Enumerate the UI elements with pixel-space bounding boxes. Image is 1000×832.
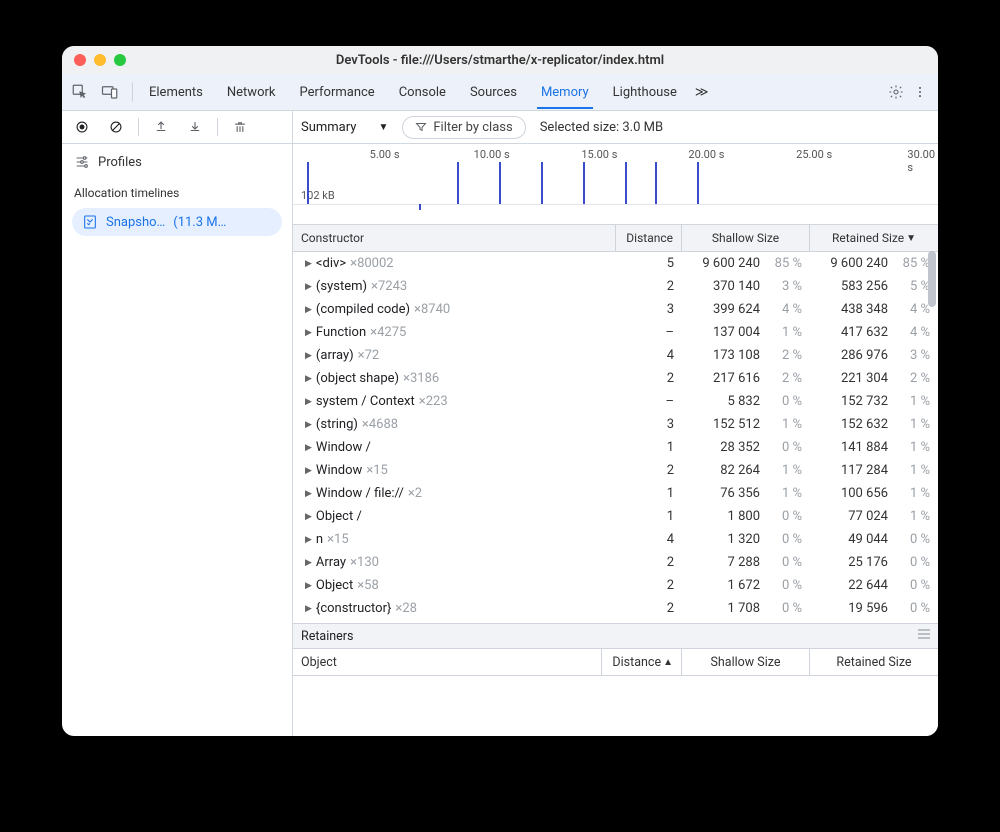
heap-row[interactable]: ▶Object ×5821 6720 %22 6440 % xyxy=(293,574,938,597)
time-label: 10.00 s xyxy=(474,148,510,161)
minimize-window[interactable] xyxy=(94,54,106,66)
traffic-lights xyxy=(74,54,126,66)
tab-memory[interactable]: Memory xyxy=(529,77,601,108)
heap-row[interactable]: ▶system / Context ×223–5 8320 %152 7321 … xyxy=(293,390,938,413)
clear-icon[interactable] xyxy=(104,115,128,139)
retainers-col-shallow[interactable]: Shallow Size xyxy=(682,649,810,675)
tab-sources[interactable]: Sources xyxy=(458,77,529,108)
time-label: 25.00 s xyxy=(796,148,832,161)
kebab-menu-icon[interactable] xyxy=(908,80,932,104)
grid-header: Constructor Distance Shallow Size Retain… xyxy=(293,225,938,252)
retainers-header[interactable]: Retainers xyxy=(293,623,938,648)
profiles-label: Profiles xyxy=(98,155,142,170)
retainers-columns: Object Distance▲ Shallow Size Retained S… xyxy=(293,648,938,676)
inspect-icon[interactable] xyxy=(68,80,92,104)
snapshot-item[interactable]: Snapsho… (11.3 M… xyxy=(72,208,282,236)
vertical-scrollbar[interactable] xyxy=(926,251,938,391)
heap-row[interactable]: ▶Object /11 8000 %77 0241 % xyxy=(293,505,938,528)
allocation-timeline[interactable]: 5.00 s 10.00 s 15.00 s 20.00 s 25.00 s 3… xyxy=(293,144,938,225)
heap-row[interactable]: ▶(system) ×72432370 1403 %583 2565 % xyxy=(293,275,938,298)
column-shallow[interactable]: Shallow Size xyxy=(682,225,810,251)
snapshot-name: Snapsho… xyxy=(106,215,165,230)
tab-network[interactable]: Network xyxy=(215,77,288,108)
zoom-window[interactable] xyxy=(114,54,126,66)
profiles-header[interactable]: Profiles xyxy=(62,144,292,180)
retainers-menu-icon[interactable] xyxy=(918,629,930,639)
retainers-col-distance[interactable]: Distance▲ xyxy=(602,649,682,675)
class-filter-input[interactable]: Filter by class xyxy=(402,116,525,139)
filter-placeholder: Filter by class xyxy=(433,120,512,135)
heap-row[interactable]: ▶Window ×15282 2641 %117 2841 % xyxy=(293,459,938,482)
close-window[interactable] xyxy=(74,54,86,66)
devtools-window: DevTools - file:///Users/stmarthe/x-repl… xyxy=(62,46,938,736)
tab-performance[interactable]: Performance xyxy=(288,77,387,108)
left-toolbar xyxy=(62,111,292,144)
heap-row[interactable]: ▶Window /128 3520 %141 8841 % xyxy=(293,436,938,459)
filter-icon xyxy=(415,121,427,133)
grid-rows: ▶<div> ×8000259 600 24085 %9 600 24085 %… xyxy=(293,252,938,623)
left-sidebar: Profiles Allocation timelines Snapsho… (… xyxy=(62,111,293,736)
column-constructor[interactable]: Constructor xyxy=(293,225,616,251)
view-mode-label: Summary xyxy=(301,120,356,135)
export-icon[interactable] xyxy=(149,115,173,139)
time-label: 15.00 s xyxy=(581,148,617,161)
settings-gear-icon[interactable] xyxy=(884,80,908,104)
retainers-col-retained[interactable]: Retained Size xyxy=(810,649,938,675)
heap-row[interactable]: ▶Function ×4275–137 0041 %417 6324 % xyxy=(293,321,938,344)
heap-row[interactable]: ▶(compiled code) ×87403399 6244 %438 348… xyxy=(293,298,938,321)
column-distance[interactable]: Distance xyxy=(616,225,682,251)
heap-row[interactable]: ▶Array ×13027 2880 %25 1760 % xyxy=(293,551,938,574)
tabs-overflow[interactable]: ≫ xyxy=(689,77,715,108)
retainers-col-object[interactable]: Object xyxy=(293,649,602,675)
window-title: DevTools - file:///Users/stmarthe/x-repl… xyxy=(336,53,664,68)
time-label: 20.00 s xyxy=(688,148,724,161)
view-mode-dropdown[interactable]: Summary ▼ xyxy=(301,120,388,135)
heap-row[interactable]: ▶Window / file:// ×2176 3561 %100 6561 % xyxy=(293,482,938,505)
selected-size-label: Selected size: 3.0 MB xyxy=(540,120,663,135)
heap-row[interactable]: ▶(string) ×46883152 5121 %152 6321 % xyxy=(293,413,938,436)
titlebar: DevTools - file:///Users/stmarthe/x-repl… xyxy=(62,46,938,74)
collect-garbage-icon[interactable] xyxy=(228,115,252,139)
retainers-empty xyxy=(293,676,938,736)
memory-toolbar: Summary ▼ Filter by class Selected size:… xyxy=(293,111,938,144)
snapshot-icon xyxy=(82,214,98,230)
heap-grid: Constructor Distance Shallow Size Retain… xyxy=(293,225,938,736)
time-label: 5.00 s xyxy=(370,148,400,161)
section-allocation-timelines: Allocation timelines xyxy=(62,180,292,204)
panel-tabs: Elements Network Performance Console Sou… xyxy=(62,74,938,111)
tab-lighthouse[interactable]: Lighthouse xyxy=(601,77,689,108)
heap-row[interactable]: ▶<div> ×8000259 600 24085 %9 600 24085 % xyxy=(293,252,938,275)
heap-row[interactable]: ▶(array) ×724173 1082 %286 9763 % xyxy=(293,344,938,367)
heap-row[interactable]: ▶{constructor} ×2821 7080 %19 5960 % xyxy=(293,597,938,620)
record-icon[interactable] xyxy=(70,115,94,139)
device-toolbar-icon[interactable] xyxy=(98,80,122,104)
column-retained[interactable]: Retained Size▼ xyxy=(810,225,938,251)
heap-row[interactable]: ▶(object shape) ×31862217 6162 %221 3042… xyxy=(293,367,938,390)
heap-row[interactable]: ▶n ×1541 3200 %49 0440 % xyxy=(293,528,938,551)
import-icon[interactable] xyxy=(183,115,207,139)
snapshot-size: (11.3 M… xyxy=(173,215,226,230)
sliders-icon xyxy=(74,154,90,170)
tab-console[interactable]: Console xyxy=(387,77,458,108)
tab-elements[interactable]: Elements xyxy=(137,77,215,108)
